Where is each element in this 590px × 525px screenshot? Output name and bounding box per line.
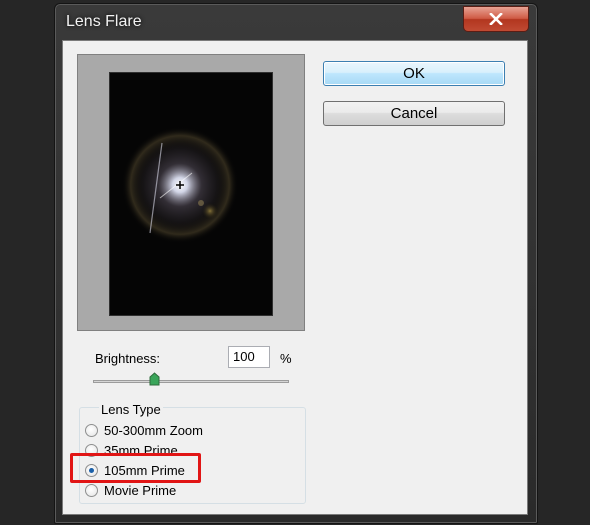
close-icon [489, 13, 503, 25]
selection-highlight-box [70, 453, 201, 483]
brightness-slider-thumb[interactable] [149, 372, 160, 386]
dialog-body: OK Cancel Brightness: 100 % Lens Type 50… [62, 40, 528, 515]
brightness-unit: % [280, 351, 292, 366]
brightness-slider-track[interactable] [93, 380, 289, 383]
radio-lens-movie-prime[interactable]: Movie Prime [85, 483, 176, 498]
radio-button[interactable] [85, 424, 98, 437]
ok-button[interactable]: OK [323, 61, 505, 86]
preview-panel [77, 54, 305, 331]
close-button[interactable] [463, 6, 529, 32]
brightness-input[interactable]: 100 [228, 346, 270, 368]
flare-preview[interactable] [109, 72, 273, 316]
radio-label: Movie Prime [104, 483, 177, 498]
title-bar[interactable]: Lens Flare [55, 4, 537, 40]
radio-label: 50-300mm Zoom [104, 423, 203, 438]
brightness-label: Brightness: [95, 351, 161, 366]
lens-flare-dialog: Lens Flare OK Cancel Brightness: 100 % L… [54, 3, 538, 524]
radio-lens-50-300mm-zoom[interactable]: 50-300mm Zoom [85, 423, 203, 438]
flare-preview-image [118, 123, 242, 247]
lens-type-legend: Lens Type [99, 402, 163, 417]
cancel-button[interactable]: Cancel [323, 101, 505, 126]
radio-button[interactable] [85, 484, 98, 497]
window-title: Lens Flare [66, 13, 142, 30]
